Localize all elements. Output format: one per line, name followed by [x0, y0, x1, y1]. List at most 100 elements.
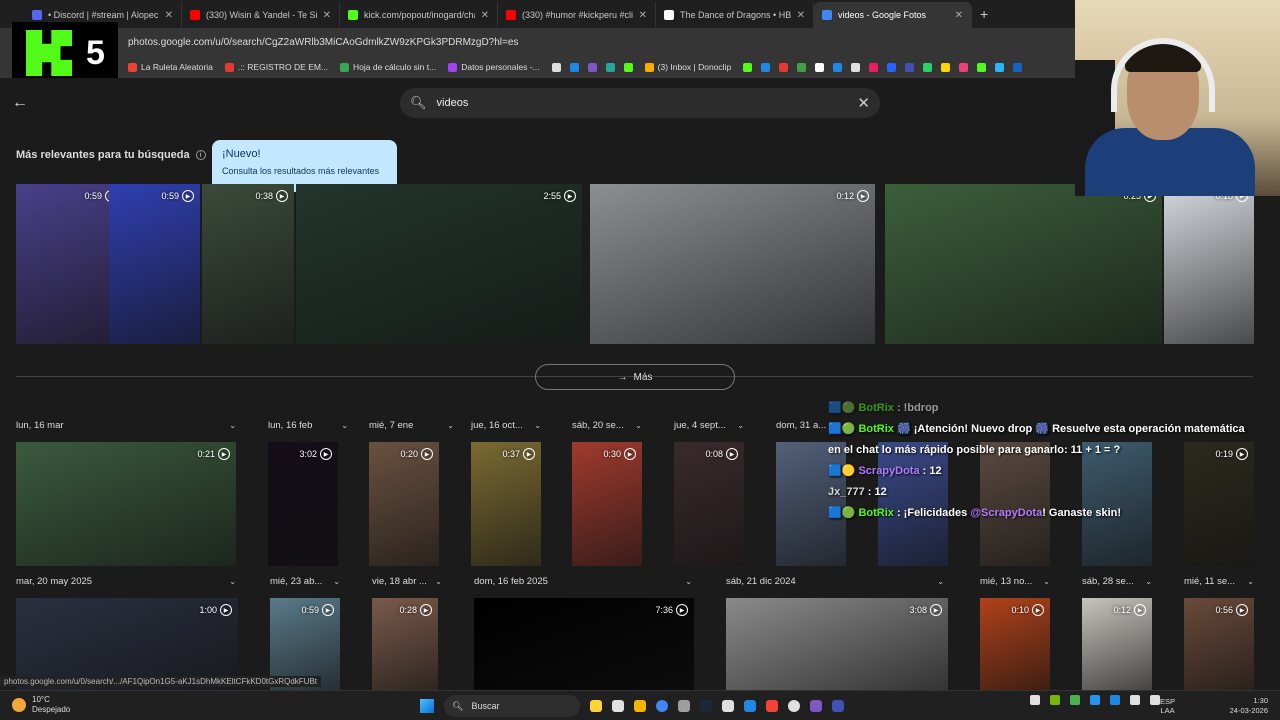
app-icon[interactable]	[766, 700, 778, 712]
steam-icon[interactable]	[700, 700, 712, 712]
video-thumbnail[interactable]: 0:59▶	[109, 184, 200, 344]
chevron-down-icon[interactable]: ⌄	[635, 421, 642, 430]
app-icon[interactable]	[832, 700, 844, 712]
bookmark-app-icon[interactable]	[833, 62, 843, 72]
nvidia-icon[interactable]	[1050, 695, 1060, 705]
video-thumbnail[interactable]: 0:28 ▶	[372, 598, 438, 690]
chevron-down-icon[interactable]: ⌄	[229, 421, 236, 430]
folder-icon[interactable]	[634, 700, 646, 712]
tab-close-icon[interactable]: ✕	[639, 10, 647, 21]
chevron-down-icon[interactable]: ⌄	[737, 421, 744, 430]
bookmark-registro[interactable]: .:: REGISTRO DE EM...	[224, 62, 328, 72]
tray-icon[interactable]	[1030, 695, 1040, 705]
chevron-down-icon[interactable]: ⌄	[685, 577, 692, 586]
bookmark-app-icon[interactable]	[743, 62, 753, 72]
chevron-down-icon[interactable]: ⌄	[333, 577, 340, 586]
chevron-down-icon[interactable]: ⌄	[435, 577, 442, 586]
video-thumbnail[interactable]: 0:37 ▶	[471, 442, 541, 566]
tab-close-icon[interactable]: ✕	[165, 10, 173, 21]
task-view-icon[interactable]	[612, 700, 624, 712]
tray-icon[interactable]	[1090, 695, 1100, 705]
back-arrow-icon[interactable]: ←	[12, 94, 28, 112]
tab-close-icon[interactable]: ✕	[323, 10, 331, 21]
browser-tab[interactable]: The Dance of Dragons • HBO M ✕	[656, 2, 814, 28]
bookmark-app-icon[interactable]	[551, 62, 561, 72]
bookmark-app-icon[interactable]	[869, 62, 879, 72]
video-thumbnail[interactable]: 0:38 ▶	[202, 184, 294, 344]
bookmark-app-icon[interactable]	[851, 62, 861, 72]
bookmark-app-icon[interactable]	[587, 62, 597, 72]
video-thumbnail[interactable]: 0:20 ▶	[369, 442, 439, 566]
video-thumbnail[interactable]: 3:08 ▶	[726, 598, 948, 690]
taskbar-search[interactable]: 🔍︎ Buscar	[444, 695, 580, 717]
weather-widget[interactable]: 10°C Despejado	[12, 695, 70, 715]
video-thumbnail[interactable]: 3:02 ▶	[268, 442, 338, 566]
bookmark-datos-personales[interactable]: Datos personales -...	[448, 62, 540, 72]
new-tab-button[interactable]: +	[972, 6, 996, 28]
bookmark-app-icon[interactable]	[815, 62, 825, 72]
tab-close-icon[interactable]: ✕	[797, 10, 805, 21]
video-thumbnail[interactable]: 0:12 ▶	[590, 184, 875, 344]
bookmark-app-icon[interactable]	[605, 62, 615, 72]
app-icon[interactable]	[722, 700, 734, 712]
address-bar-url[interactable]: photos.google.com/u/0/search/CgZ2aWRlb3M…	[128, 37, 518, 48]
bookmark-hoja-calculo[interactable]: Hoja de cálculo sin t...	[340, 62, 436, 72]
date-group-header[interactable]: mar, 20 may 2025 ⌄	[16, 576, 236, 587]
volume-icon[interactable]	[1150, 695, 1160, 705]
more-button[interactable]: → Más	[535, 364, 735, 390]
tray-icon[interactable]	[1070, 695, 1080, 705]
date-group-header[interactable]: sáb, 20 se... ⌄	[572, 420, 642, 431]
file-explorer-icon[interactable]	[590, 700, 602, 712]
bookmark-app-icon[interactable]	[905, 62, 915, 72]
video-thumbnail[interactable]: 0:25 ▶	[885, 184, 1162, 344]
taskbar-clock[interactable]: 1:30 24-03-2026	[1222, 696, 1268, 716]
chevron-down-icon[interactable]: ⌄	[447, 421, 454, 430]
video-thumbnail[interactable]: 2:55 ▶	[296, 184, 582, 344]
obs-icon[interactable]	[788, 700, 800, 712]
chevron-down-icon[interactable]: ⌄	[534, 421, 541, 430]
bookmark-app-icon[interactable]	[941, 62, 951, 72]
bookmark-app-icon[interactable]	[959, 62, 969, 72]
browser-tab[interactable]: videos - Google Fotos ✕	[814, 2, 972, 28]
bookmark-app-icon[interactable]	[977, 62, 987, 72]
whatsapp-icon[interactable]	[923, 62, 933, 72]
bookmark-app-icon[interactable]	[887, 62, 897, 72]
chevron-down-icon[interactable]: ⌄	[1247, 577, 1254, 586]
app-icon[interactable]	[810, 700, 822, 712]
kick-icon[interactable]	[623, 62, 633, 72]
video-thumbnail[interactable]: 0:10 ▶	[980, 598, 1050, 690]
date-group-header[interactable]: jue, 4 sept... ⌄	[674, 420, 744, 431]
bookmark-app-icon[interactable]	[569, 62, 579, 72]
date-group-header[interactable]: lun, 16 mar ⌄	[16, 420, 236, 431]
video-thumbnail[interactable]: 7:36 ▶	[474, 598, 694, 690]
photos-search-box[interactable]: 🔍︎ videos ✕	[400, 88, 880, 118]
video-thumbnail[interactable]: 0:12 ▶	[1082, 598, 1152, 690]
video-thumbnail[interactable]: 0:56 ▶	[1184, 598, 1254, 690]
telegram-icon[interactable]	[995, 62, 1005, 72]
date-group-header[interactable]: mié, 7 ene ⌄	[369, 420, 454, 431]
date-group-header[interactable]: sáb, 21 dic 2024 ⌄	[726, 576, 944, 587]
date-group-header[interactable]: vie, 18 abr ... ⌄	[372, 576, 442, 587]
chevron-down-icon[interactable]: ⌄	[1145, 577, 1152, 586]
chevron-down-icon[interactable]: ⌄	[1043, 577, 1050, 586]
app-icon[interactable]	[678, 700, 690, 712]
bookmark-app-icon[interactable]	[1013, 62, 1023, 72]
date-group-header[interactable]: dom, 16 feb 2025 ⌄	[474, 576, 692, 587]
language-indicator[interactable]: ESP LAA	[1160, 697, 1175, 715]
bookmark-inbox-donoclip[interactable]: (3) Inbox | Donoclip	[644, 62, 731, 72]
browser-tab[interactable]: (330) #humor #kickperu #clips ✕	[498, 2, 656, 28]
wifi-icon[interactable]	[1130, 695, 1140, 705]
clear-search-icon[interactable]: ✕	[857, 94, 870, 112]
bookmark-app-icon[interactable]	[761, 62, 771, 72]
date-group-header[interactable]: mié, 13 no... ⌄	[980, 576, 1050, 587]
info-icon[interactable]: i	[195, 150, 206, 160]
chrome-icon[interactable]	[656, 700, 668, 712]
bookmark-app-icon[interactable]	[779, 62, 789, 72]
video-thumbnail[interactable]: 0:30 ▶	[572, 442, 642, 566]
tray-icon[interactable]	[1110, 695, 1120, 705]
date-group-header[interactable]: lun, 16 feb ⌄	[268, 420, 348, 431]
bookmark-app-icon[interactable]	[797, 62, 807, 72]
chevron-down-icon[interactable]: ⌄	[341, 421, 348, 430]
tab-close-icon[interactable]: ✕	[955, 10, 963, 21]
browser-tab[interactable]: kick.com/popout/inogard/chat ✕	[340, 2, 498, 28]
